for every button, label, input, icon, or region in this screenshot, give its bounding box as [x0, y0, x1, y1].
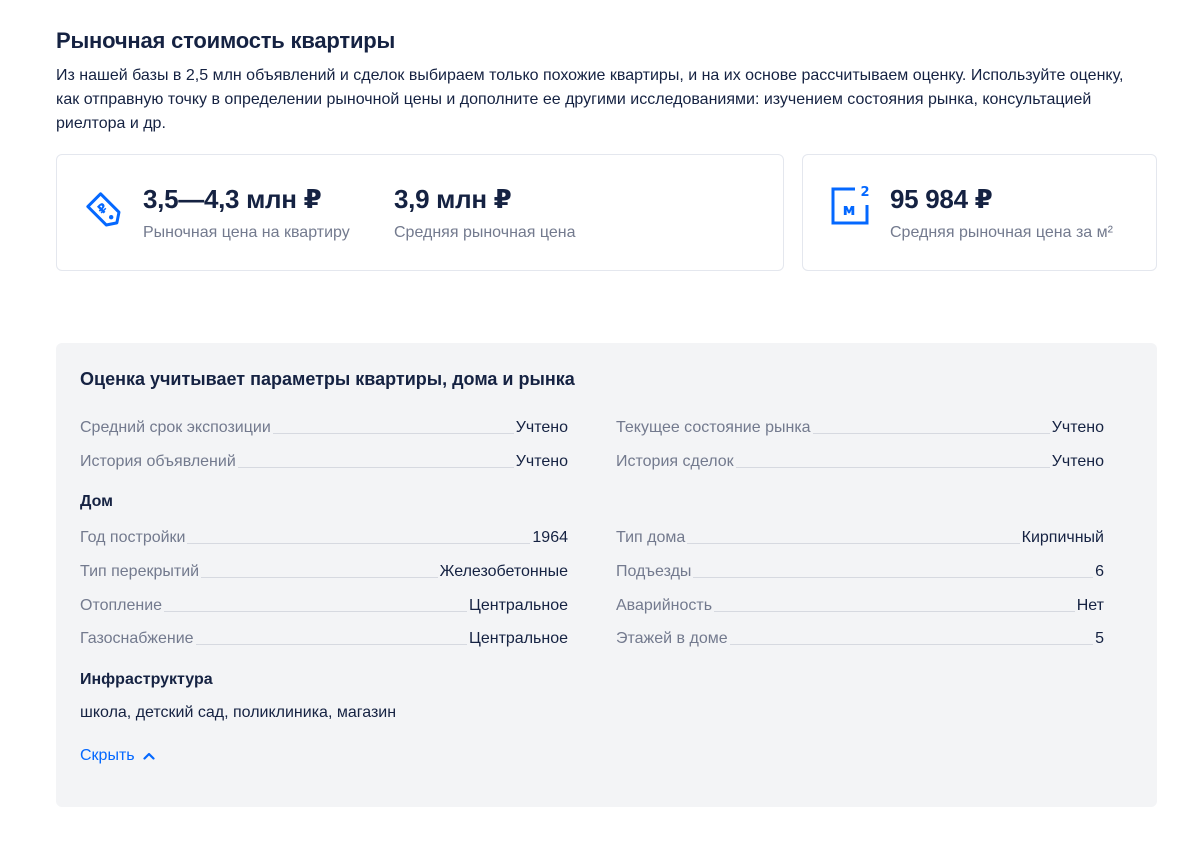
chevron-up-icon: [143, 752, 155, 760]
param-row-market-state: Текущее состояние рынка Учтено: [616, 415, 1104, 439]
params-title: Оценка учитывает параметры квартиры, дом…: [80, 369, 575, 389]
param-label: Тип перекрытий: [80, 563, 200, 580]
param-value: Учтено: [1051, 453, 1104, 470]
param-row-year: Год постройки 1964: [80, 525, 568, 549]
param-row-exposure: Средний срок экспозиции Учтено: [80, 415, 568, 439]
avg-price-stat: 3,9 млн ₽ Средняя рыночная цена: [394, 183, 576, 243]
param-row-ad-history: История объявлений Учтено: [80, 449, 568, 473]
param-value: Центральное: [469, 597, 568, 614]
sqm-price-stat: 95 984 ₽ Средняя рыночная цена за м²: [890, 183, 1113, 243]
price-range-label: Рыночная цена на квартиру: [143, 224, 350, 241]
avg-price-label: Средняя рыночная цена: [394, 224, 576, 241]
infra-heading: Инфраструктура: [80, 671, 213, 688]
avg-price-value: 3,9 млн ₽: [394, 184, 512, 214]
param-value: Учтено: [1051, 419, 1104, 436]
sqm-price-card: м 2 95 984 ₽ Средняя рыночная цена за м²: [802, 154, 1157, 271]
param-value: Кирпичный: [1021, 529, 1104, 546]
param-label: Тип дома: [616, 529, 686, 546]
param-label: История объявлений: [80, 453, 236, 470]
param-label: Газоснабжение: [80, 630, 194, 647]
param-label: Подъезды: [616, 563, 692, 580]
sqm-price-label: Средняя рыночная цена за м²: [890, 224, 1113, 241]
price-tag-icon: ₽: [86, 192, 121, 227]
price-range-value: 3,5—4,3 млн ₽: [143, 184, 322, 214]
param-label: Отопление: [80, 597, 163, 614]
param-value: Железобетонные: [439, 563, 568, 580]
param-value: 6: [1095, 563, 1104, 580]
param-label: История сделок: [616, 453, 734, 470]
param-value: Учтено: [515, 453, 568, 470]
param-row-gas: Газоснабжение Центральное: [80, 626, 568, 650]
page-description: Из нашей базы в 2,5 млн объявлений и сде…: [56, 67, 1124, 132]
house-heading: Дом: [80, 493, 113, 510]
param-value: Центральное: [469, 630, 568, 647]
param-value: 5: [1095, 630, 1104, 647]
square-meter-icon-sup: 2: [860, 185, 869, 200]
param-row-deal-history: История сделок Учтено: [616, 449, 1104, 473]
param-label: Средний срок экспозиции: [80, 419, 271, 436]
param-label: Этажей в доме: [616, 630, 728, 647]
param-label: Аварийность: [616, 597, 713, 614]
param-row-heating: Отопление Центральное: [80, 593, 568, 617]
infra-list: школа, детский сад, поликлиника, магазин: [80, 704, 397, 721]
param-value: 1964: [532, 529, 568, 546]
price-range-stat: 3,5—4,3 млн ₽ Рыночная цена на квартиру: [143, 183, 350, 243]
param-row-emergency: Аварийность Нет: [616, 593, 1104, 617]
page-title: Рыночная стоимость квартиры: [56, 28, 396, 53]
params-panel: Оценка учитывает параметры квартиры, дом…: [56, 343, 1157, 807]
param-value: Учтено: [515, 419, 568, 436]
param-label: Год постройки: [80, 529, 186, 546]
param-row-entrances: Подъезды 6: [616, 559, 1104, 583]
hide-params-link[interactable]: Скрыть: [80, 747, 155, 765]
param-row-floor-count: Этажей в доме 5: [616, 626, 1104, 650]
sqm-price-value: 95 984 ₽: [890, 184, 993, 214]
square-meter-icon-text: м: [842, 200, 855, 219]
param-label: Текущее состояние рынка: [616, 419, 811, 436]
square-meter-icon: м 2: [831, 185, 870, 225]
param-value: Нет: [1076, 597, 1104, 614]
hide-params-label: Скрыть: [80, 747, 135, 764]
param-row-floors-type: Тип перекрытий Железобетонные: [80, 559, 568, 583]
param-row-house-type: Тип дома Кирпичный: [616, 525, 1104, 549]
price-card: ₽ 3,5—4,3 млн ₽ Рыночная цена на квартир…: [56, 154, 784, 271]
